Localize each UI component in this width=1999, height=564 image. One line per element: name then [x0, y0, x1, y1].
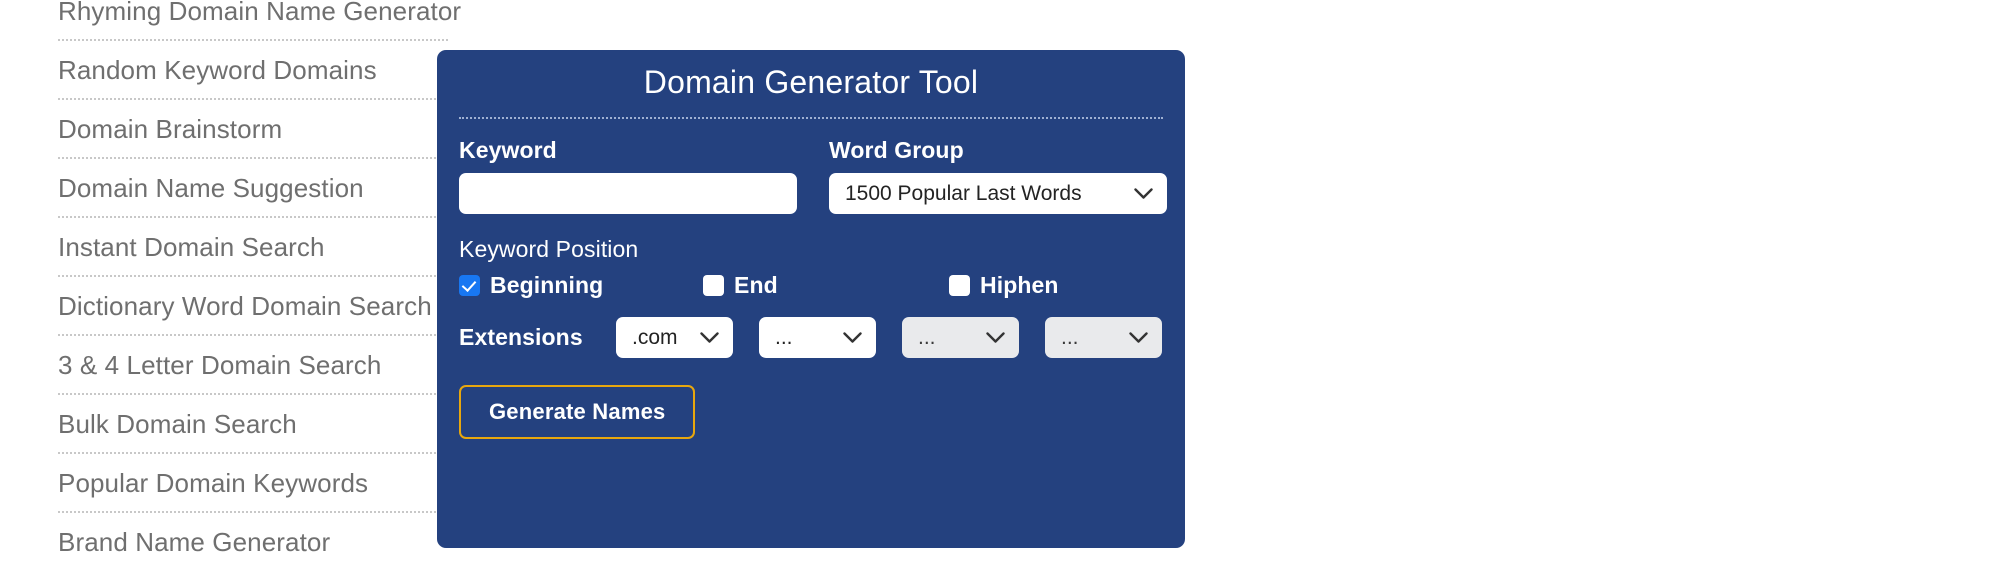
extension-select-4-wrap: ... [1045, 317, 1162, 358]
checkbox-beginning-label: Beginning [490, 272, 604, 298]
sidebar-item-bulk-domain-search[interactable]: Bulk Domain Search [58, 395, 448, 454]
extension-select-3[interactable]: ... [902, 317, 1019, 358]
checkbox-end-label: End [734, 272, 778, 298]
sidebar-item-instant-domain-search[interactable]: Instant Domain Search [58, 218, 448, 277]
sidebar-item-rhyming-domain-name-generator[interactable]: Rhyming Domain Name Generator [58, 0, 461, 41]
checkbox-box-icon[interactable] [703, 275, 724, 296]
keyword-input[interactable] [459, 173, 797, 214]
checkbox-box-icon[interactable] [949, 275, 970, 296]
extensions-row: Extensions .com ... ... ... [459, 317, 1163, 358]
sidebar-item-3-and-4-letter-domain-search[interactable]: 3 & 4 Letter Domain Search [58, 336, 448, 395]
keyword-position-label: Keyword Position [459, 236, 639, 262]
checkbox-hiphen-label: Hiphen [980, 272, 1059, 298]
keyword-label: Keyword [459, 137, 557, 163]
extensions-label: Extensions [459, 324, 583, 350]
word-group-select-wrap: 1500 Popular Last Words [829, 173, 1167, 214]
wordgroup-field-group: Word Group 1500 Popular Last Words [829, 137, 1167, 214]
word-group-select[interactable]: 1500 Popular Last Words [829, 173, 1167, 214]
page-root: Rhyming Domain Name Generator Random Key… [0, 0, 1999, 564]
sidebar-item-random-keyword-domains[interactable]: Random Keyword Domains [58, 41, 448, 100]
extension-select-1[interactable]: .com [616, 317, 733, 358]
extension-select-4[interactable]: ... [1045, 317, 1162, 358]
checkbox-hiphen[interactable]: Hiphen [949, 272, 1059, 299]
generate-names-button[interactable]: Generate Names [459, 385, 696, 439]
checkbox-end[interactable]: End [703, 272, 949, 299]
sidebar-item-dictionary-word-domain-search[interactable]: Dictionary Word Domain Search [58, 277, 448, 336]
keyword-position-checkbox-row: Beginning End Hiphen [459, 272, 1163, 299]
domain-generator-panel: Domain Generator Tool Keyword Word Group… [437, 50, 1185, 548]
keyword-wordgroup-row: Keyword Word Group 1500 Popular Last Wor… [459, 137, 1167, 214]
title-divider [459, 117, 1163, 119]
panel-title: Domain Generator Tool [643, 64, 979, 100]
extension-select-3-wrap: ... [902, 317, 1019, 358]
checkmark-icon[interactable] [459, 275, 480, 296]
sidebar-item-domain-brainstorm[interactable]: Domain Brainstorm [58, 100, 448, 159]
keyword-field-group: Keyword [459, 137, 797, 214]
word-group-label: Word Group [829, 137, 964, 163]
sidebar-item-brand-name-generator[interactable]: Brand Name Generator [58, 513, 448, 564]
extension-select-2-wrap: ... [759, 317, 876, 358]
sidebar-item-domain-name-suggestion[interactable]: Domain Name Suggestion [58, 159, 448, 218]
sidebar-item-popular-domain-keywords[interactable]: Popular Domain Keywords [58, 454, 448, 513]
extension-select-1-wrap: .com [616, 317, 733, 358]
sidebar-tool-list: Rhyming Domain Name Generator Random Key… [58, 0, 461, 564]
extension-select-2[interactable]: ... [759, 317, 876, 358]
checkbox-beginning[interactable]: Beginning [459, 272, 703, 299]
